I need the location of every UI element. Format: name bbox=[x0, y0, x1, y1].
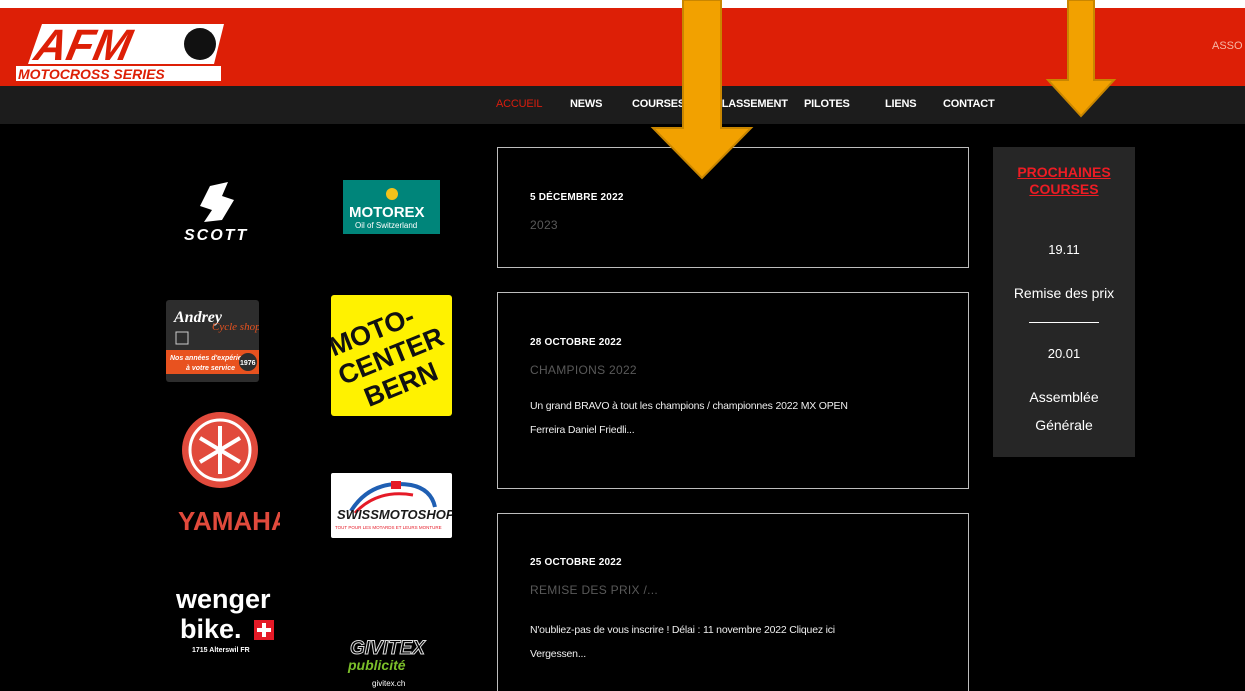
sponsor-yamaha[interactable]: YAMAHA bbox=[176, 410, 280, 538]
sponsor-givitex[interactable]: GIVITEX publicité givitex.ch bbox=[344, 634, 440, 690]
swissmotoshop-text: SWISSMOTOSHOP bbox=[337, 507, 452, 522]
down-arrow-icon bbox=[1045, 0, 1117, 118]
event-label: Remise des prix bbox=[1013, 285, 1115, 301]
sponsor-swissmotoshop[interactable]: SWISSMOTOSHOP TOUT POUR LES MOTARDS ET L… bbox=[331, 473, 452, 538]
event-label: Assemblée bbox=[1029, 389, 1099, 405]
motorex-subtext: Oil of Switzerland bbox=[355, 221, 417, 230]
post-card[interactable]: 25 OCTOBRE 2022 REMISE DES PRIX /... N'o… bbox=[497, 513, 969, 691]
andrey-year: 1976 bbox=[240, 360, 256, 367]
post-title[interactable]: 2023 bbox=[530, 218, 558, 232]
event-date: 19.11 bbox=[1048, 242, 1080, 257]
nav-liens[interactable]: LIENS bbox=[885, 98, 917, 110]
motorex-text: MOTOREX bbox=[349, 204, 425, 221]
nav-accueil[interactable]: ACCUEIL bbox=[496, 98, 542, 110]
swiss-flag-icon bbox=[391, 481, 401, 489]
event-divider bbox=[1029, 322, 1099, 323]
widget-heading-line-1[interactable]: PROCHAINES bbox=[993, 164, 1135, 181]
post-excerpt-line: Ferreira Daniel Friedli... bbox=[530, 424, 635, 436]
swissmotoshop-subtext: TOUT POUR LES MOTARDS ET LEURS MONTURE bbox=[335, 525, 442, 530]
post-excerpt-line: Vergessen... bbox=[530, 648, 586, 660]
wenger-address: 1715 Alterswil FR bbox=[192, 647, 250, 654]
sponsor-motorex[interactable]: MOTOREX Oil of Switzerland bbox=[343, 180, 440, 234]
post-title[interactable]: CHAMPIONS 2022 bbox=[530, 363, 637, 377]
post-title[interactable]: REMISE DES PRIX /... bbox=[530, 583, 658, 597]
post-excerpt-line: Un grand BRAVO à tout les champions / ch… bbox=[530, 400, 848, 412]
upcoming-races-widget: PROCHAINES COURSES 19.11 Remise des prix… bbox=[993, 147, 1135, 457]
givitex-url: givitex.ch bbox=[372, 679, 405, 688]
bike-text: bike. bbox=[180, 614, 242, 644]
post-card[interactable]: 28 OCTOBRE 2022 CHAMPIONS 2022 Un grand … bbox=[497, 292, 969, 489]
header-right-text[interactable]: ASSO bbox=[1212, 40, 1243, 52]
givitex-text: GIVITEX bbox=[350, 638, 426, 659]
widget-heading-line-2[interactable]: COURSES bbox=[993, 181, 1135, 198]
andrey-tagline-2: à votre service bbox=[186, 365, 235, 372]
scott-mark-icon bbox=[200, 182, 234, 222]
motorex-drop-icon bbox=[386, 188, 398, 200]
sponsor-wenger-bike[interactable]: wenger bike. 1715 Alterswil FR bbox=[168, 582, 284, 658]
nav-news[interactable]: NEWS bbox=[570, 98, 602, 110]
post-excerpt-line: N'oubliez-pas de vous inscrire ! Délai :… bbox=[530, 624, 835, 636]
afm-logo[interactable]: AFM MOTOCROSS SERIES bbox=[14, 16, 229, 82]
down-arrow-icon bbox=[650, 0, 754, 180]
post-date: 5 DÉCEMBRE 2022 bbox=[530, 192, 624, 203]
event-label: Générale bbox=[1035, 417, 1093, 433]
page: AFM MOTOCROSS SERIES ASSO ACCUEIL NEWS C… bbox=[0, 0, 1245, 691]
yamaha-text: YAMAHA bbox=[178, 506, 280, 536]
wenger-text: wenger bbox=[175, 584, 271, 614]
sponsor-scott[interactable]: SCOTT bbox=[170, 178, 280, 248]
post-date: 25 OCTOBRE 2022 bbox=[530, 557, 622, 568]
sponsor-motocenter-bern[interactable]: MOTO- CENTER BERN bbox=[331, 295, 452, 416]
post-date: 28 OCTOBRE 2022 bbox=[530, 337, 622, 348]
nav-pilotes[interactable]: PILOTES bbox=[804, 98, 850, 110]
nav-contact[interactable]: CONTACT bbox=[943, 98, 995, 110]
logo-sub-text: MOTOCROSS SERIES bbox=[18, 66, 165, 82]
givitex-publicite: publicité bbox=[347, 657, 406, 673]
andrey-subtext: Cycle shop bbox=[212, 321, 259, 333]
logo-main-text: AFM bbox=[30, 21, 138, 69]
sponsor-andrey[interactable]: Andrey Cycle shop Nos années d'expérienc… bbox=[166, 300, 259, 382]
event-date: 20.01 bbox=[1047, 346, 1081, 361]
scott-text: SCOTT bbox=[184, 227, 248, 244]
